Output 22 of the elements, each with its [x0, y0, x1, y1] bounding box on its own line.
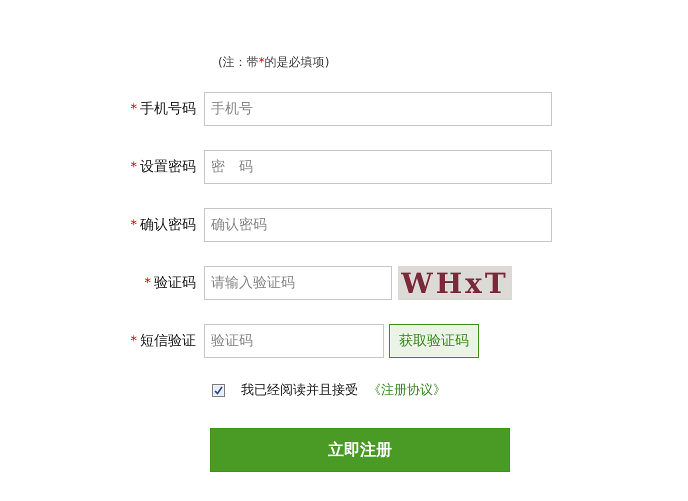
- agree-checkbox[interactable]: [212, 384, 225, 396]
- input-field[interactable]: 手机号: [204, 92, 552, 126]
- required-mark: *: [130, 160, 137, 174]
- field-label: 短信验证: [140, 332, 196, 350]
- field-label: 手机号码: [140, 100, 196, 118]
- input-field[interactable]: 密 码: [204, 150, 552, 184]
- required-note: (注：带*的是必填项): [218, 54, 330, 71]
- input-field[interactable]: 验证码: [204, 324, 384, 358]
- captcha-image[interactable]: WHxT: [398, 266, 512, 300]
- field-label: 设置密码: [140, 158, 196, 176]
- input-field[interactable]: 确认密码: [204, 208, 552, 242]
- required-mark: *: [130, 102, 137, 116]
- agreement-link[interactable]: 《注册协议》: [368, 381, 446, 399]
- required-mark: *: [130, 334, 137, 348]
- register-button[interactable]: 立即注册: [210, 428, 510, 472]
- required-mark: *: [130, 218, 137, 232]
- input-field[interactable]: 请输入验证码: [204, 266, 392, 300]
- field-label: 确认密码: [140, 216, 196, 234]
- required-mark: *: [144, 276, 151, 290]
- field-label: 验证码: [154, 274, 196, 292]
- agreement-text: 我已经阅读并且接受: [241, 382, 358, 399]
- get-code-button[interactable]: 获取验证码: [389, 324, 479, 358]
